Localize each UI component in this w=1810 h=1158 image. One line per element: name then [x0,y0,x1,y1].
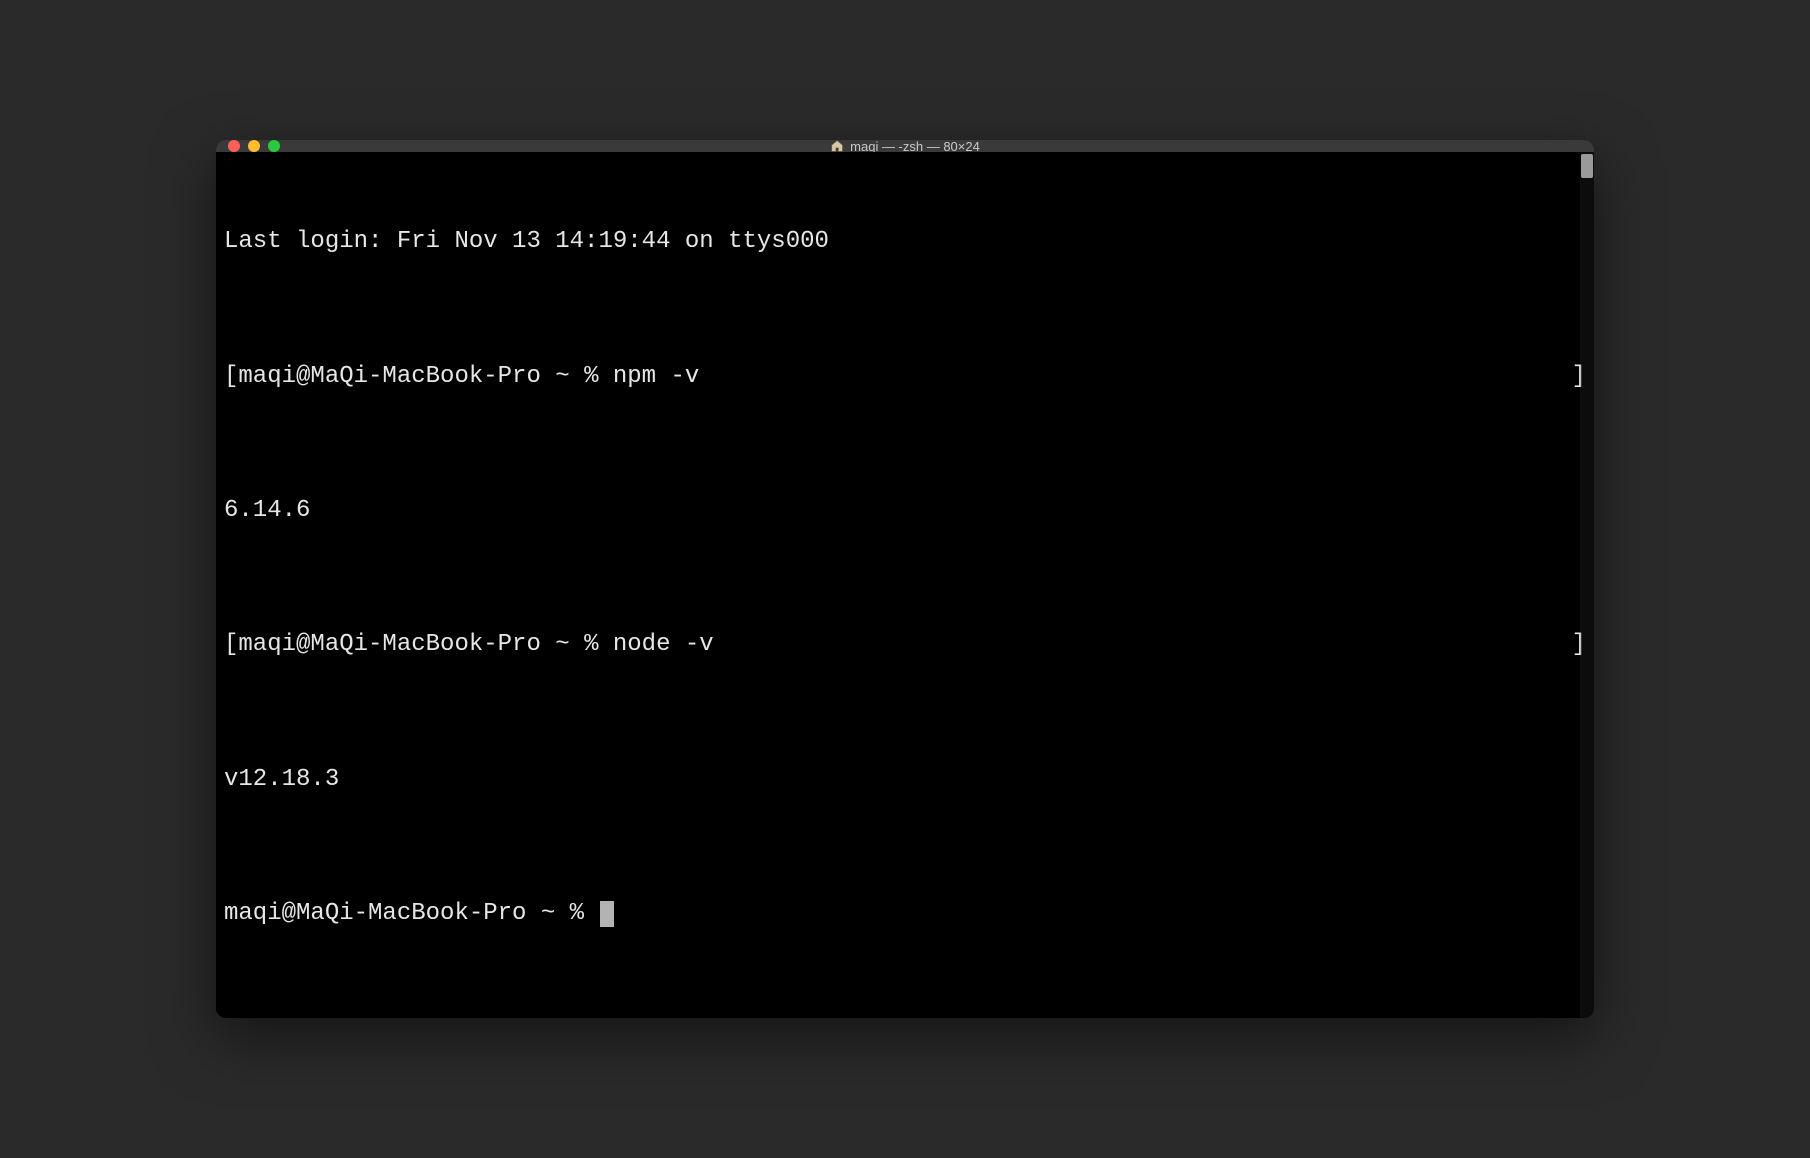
prompt-line: [maqi@MaQi-MacBook-Pro ~ % node -v ] [224,628,1586,662]
output-line: 6.14.6 [224,494,1586,528]
terminal-content[interactable]: Last login: Fri Nov 13 14:19:44 on ttys0… [216,152,1594,1018]
output-line: v12.18.3 [224,763,1586,797]
titlebar[interactable]: maqi — -zsh — 80×24 [216,140,1594,152]
prompt-text: maqi@MaQi-MacBook-Pro ~ % [238,360,612,394]
minimize-button[interactable] [248,140,260,152]
scrollbar-track[interactable] [1580,152,1594,1018]
command-text: npm -v [613,360,699,394]
prompt-line-current: maqi@MaQi-MacBook-Pro ~ % [224,897,1586,931]
command-text: node -v [613,628,714,662]
prompt-line: [maqi@MaQi-MacBook-Pro ~ % npm -v ] [224,360,1586,394]
traffic-lights [228,140,280,152]
bracket-open: [ [224,360,238,394]
bracket-open: [ [224,628,238,662]
terminal-window: maqi — -zsh — 80×24 Last login: Fri Nov … [216,140,1594,1018]
prompt-text: maqi@MaQi-MacBook-Pro ~ % [224,900,598,927]
cursor-block [600,901,614,927]
scrollbar-thumb[interactable] [1581,154,1593,178]
maximize-button[interactable] [268,140,280,152]
prompt-text: maqi@MaQi-MacBook-Pro ~ % [238,628,612,662]
last-login-line: Last login: Fri Nov 13 14:19:44 on ttys0… [224,225,1586,259]
close-button[interactable] [228,140,240,152]
